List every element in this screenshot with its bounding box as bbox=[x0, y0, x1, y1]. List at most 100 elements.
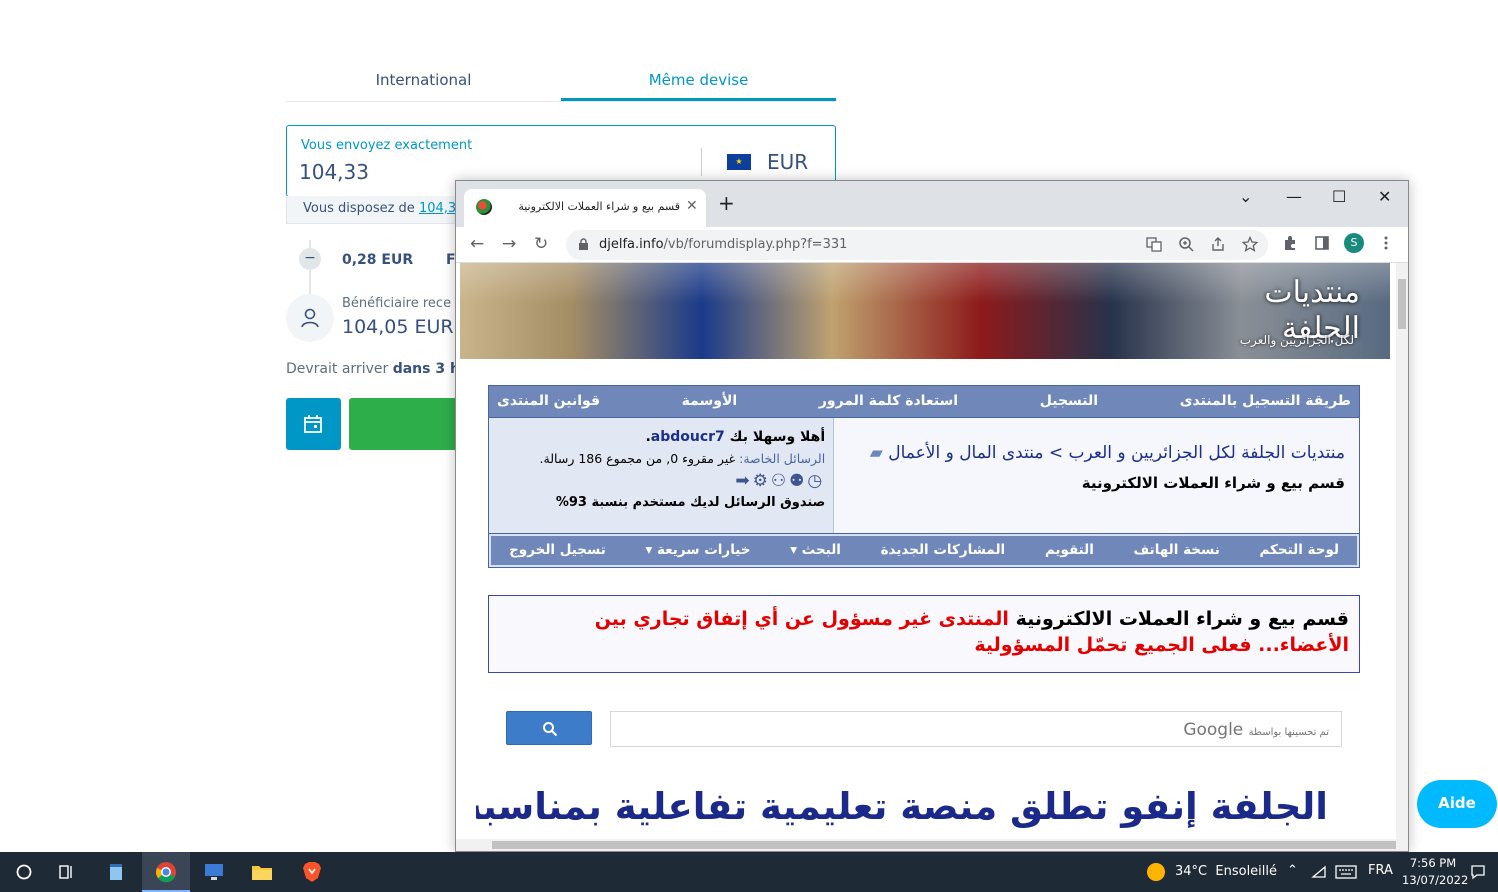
recipient-amount: 104,05 EUR bbox=[342, 316, 454, 338]
schedule-button[interactable] bbox=[286, 398, 341, 450]
reload-icon[interactable]: ↻ bbox=[534, 234, 548, 254]
explorer-icon[interactable] bbox=[238, 852, 286, 892]
nav-forum-rules[interactable]: قوانين المنتدى bbox=[497, 386, 600, 417]
weather-widget[interactable]: 34°C Ensoleillé bbox=[1175, 864, 1277, 879]
user-action-icons[interactable]: ◷⚉⚇⚙➡ bbox=[497, 470, 825, 492]
minus-icon: − bbox=[299, 248, 321, 270]
profile-avatar[interactable]: S bbox=[1344, 233, 1364, 253]
address-bar[interactable]: djelfa.info/vb/forumdisplay.php?f=331 bbox=[566, 230, 1268, 260]
weather-condition: Ensoleillé bbox=[1215, 864, 1278, 879]
welcome-text: أهلا وسهلا بك abdoucr7. bbox=[497, 426, 825, 448]
vertical-scrollbar[interactable] bbox=[1396, 263, 1408, 839]
help-button[interactable]: Aide bbox=[1417, 780, 1497, 828]
vertical-scroll-thumb[interactable] bbox=[1398, 279, 1406, 329]
page-viewport: منتديات الجلفة لكل الجزائريين والعرب طري… bbox=[456, 263, 1396, 839]
notepad-icon[interactable] bbox=[92, 852, 140, 892]
breadcrumb-current: قسم بيع و شراء العملات الالكترونية bbox=[1081, 474, 1345, 492]
zoom-icon[interactable] bbox=[1178, 236, 1194, 252]
private-messages: الرسائل الخاصة: غير مقروء 0, من مجموع 18… bbox=[497, 448, 826, 470]
username-link[interactable]: abdoucr7 bbox=[651, 429, 725, 445]
tab-strip: قسم بيع و شراء العملات الالكترونية ✕ + ⌄… bbox=[456, 181, 1408, 227]
forum-info-panel: منتديات الجلفة لكل الجزائريين و العرب > … bbox=[488, 418, 1360, 534]
nav-calendar[interactable]: التقويم bbox=[1045, 534, 1094, 567]
translate-icon[interactable] bbox=[1146, 236, 1162, 252]
sidepanel-icon[interactable] bbox=[1314, 235, 1330, 251]
send-amount-input[interactable]: 104,33 bbox=[299, 160, 369, 184]
new-tab-icon[interactable]: + bbox=[718, 193, 735, 213]
user-panel: أهلا وسهلا بك abdoucr7. الرسائل الخاصة: … bbox=[489, 418, 835, 533]
breadcrumb-path[interactable]: منتديات الجلفة لكل الجزائريين و العرب > … bbox=[888, 443, 1345, 463]
tab-international[interactable]: International bbox=[286, 60, 561, 101]
nav-new-posts[interactable]: المشاركات الجديدة bbox=[881, 534, 1006, 567]
tab-close-icon[interactable]: ✕ bbox=[686, 198, 698, 214]
currency-selector[interactable]: EUR bbox=[767, 150, 808, 174]
menu-icon[interactable] bbox=[1378, 235, 1394, 251]
chrome-icon[interactable] bbox=[142, 852, 190, 892]
tray-chevron-icon[interactable]: ⌃ bbox=[1287, 863, 1298, 878]
maximize-icon[interactable]: ☐ bbox=[1332, 187, 1346, 206]
star-icon[interactable] bbox=[1242, 236, 1258, 252]
nav-logout[interactable]: تسجيل الخروج bbox=[509, 534, 606, 567]
url-text[interactable]: djelfa.info/vb/forumdisplay.php?f=331 bbox=[599, 237, 847, 252]
tab-same-currency[interactable]: Même devise bbox=[561, 60, 836, 101]
forum-notice: قسم بيع و شراء العملات الالكترونية المنت… bbox=[488, 595, 1360, 673]
pm-count: غير مقروء 0, من مجموع 186 رسالة. bbox=[539, 451, 740, 466]
nav-mobile-version[interactable]: نسخة الهاتف bbox=[1134, 534, 1220, 567]
sub-navigation: لوحة التحكم نسخة الهاتف التقويم المشاركا… bbox=[488, 534, 1360, 568]
keyboard-icon[interactable] bbox=[1335, 865, 1357, 879]
nav-search[interactable]: البحث ▾ bbox=[790, 534, 841, 567]
google-search-button[interactable] bbox=[506, 711, 592, 745]
notifications-icon[interactable] bbox=[1470, 864, 1486, 880]
transfer-type-tabs: International Même devise bbox=[286, 60, 836, 102]
share-icon[interactable] bbox=[1210, 236, 1226, 252]
forward-icon[interactable]: → bbox=[502, 234, 516, 254]
nav-recover-password[interactable]: استعادة كلمة المرور bbox=[819, 386, 958, 417]
horizontal-scroll-thumb[interactable] bbox=[492, 841, 1396, 849]
calendar-icon bbox=[304, 415, 322, 433]
close-window-icon[interactable]: ✕ bbox=[1378, 187, 1391, 206]
horizontal-scrollbar[interactable] bbox=[456, 839, 1408, 851]
url-domain: djelfa.info bbox=[599, 237, 664, 252]
send-amount-label: Vous envoyez exactement bbox=[301, 138, 473, 153]
taskview-icon[interactable] bbox=[42, 852, 90, 892]
browser-window: قسم بيع و شراء العملات الالكترونية ✕ + ⌄… bbox=[455, 180, 1409, 852]
nav-control-panel[interactable]: لوحة التحكم bbox=[1259, 534, 1339, 567]
pm-link[interactable]: الرسائل الخاصة: bbox=[739, 451, 825, 466]
taskbar: 34°C Ensoleillé ⌃ FRA 7:56 PM 13/07/2022 bbox=[0, 852, 1498, 892]
continue-button[interactable] bbox=[349, 398, 459, 450]
browser-toolbar: ← → ↻ djelfa.info/vb/forumdisplay.php?f=… bbox=[456, 227, 1408, 263]
tab-title: قسم بيع و شراء العملات الالكترونية bbox=[518, 200, 680, 213]
language-indicator[interactable]: FRA bbox=[1368, 863, 1393, 878]
remote-icon[interactable] bbox=[190, 852, 238, 892]
google-search-input[interactable]: تم تحسينها بواسطة Google bbox=[610, 711, 1342, 747]
balance-prefix: Vous disposez de bbox=[303, 201, 419, 216]
notice-section: قسم بيع و شراء العملات الالكترونية bbox=[1008, 608, 1349, 630]
forum-banner: منتديات الجلفة لكل الجزائريين والعرب bbox=[460, 263, 1390, 359]
start-icon[interactable] bbox=[0, 852, 48, 892]
nav-awards[interactable]: الأوسمة bbox=[682, 386, 738, 417]
eu-flag-icon: ★ bbox=[727, 154, 751, 170]
brave-icon[interactable] bbox=[288, 852, 336, 892]
news-headline[interactable]: الجلفة إنفو تطلق منصة تعليمية تفاعلية بم… bbox=[476, 785, 1328, 828]
arrival-prefix: Devrait arriver bbox=[286, 361, 393, 377]
welcome-prefix: أهلا وسهلا بك bbox=[724, 429, 826, 445]
browser-tab[interactable]: قسم بيع و شراء العملات الالكترونية ✕ bbox=[464, 189, 706, 227]
network-icon[interactable] bbox=[1311, 865, 1327, 879]
google-brand-name: Google bbox=[1183, 720, 1244, 740]
sun-icon bbox=[1147, 863, 1165, 881]
nav-register[interactable]: التسجيل bbox=[1040, 386, 1098, 417]
nav-quick-options[interactable]: خيارات سريعة ▾ bbox=[646, 534, 751, 567]
forum-logo-subtitle: لكل الجزائريين والعرب bbox=[1239, 333, 1354, 347]
url-path: /vb/forumdisplay.php?f=331 bbox=[663, 237, 848, 252]
breadcrumb: منتديات الجلفة لكل الجزائريين و العرب > … bbox=[834, 418, 1359, 533]
minimize-icon[interactable]: — bbox=[1286, 187, 1302, 206]
weather-temp: 34°C bbox=[1175, 864, 1208, 879]
nav-registration-guide[interactable]: طريقة التسجيل بالمنتدى bbox=[1180, 386, 1351, 417]
back-icon[interactable]: ← bbox=[470, 234, 484, 254]
folder-icon: ▰ bbox=[869, 443, 883, 463]
tab-search-icon[interactable]: ⌄ bbox=[1239, 187, 1252, 206]
balance-link[interactable]: 104,3 bbox=[419, 201, 456, 216]
google-brand-suffix: تم تحسينها بواسطة bbox=[1248, 727, 1329, 738]
clock[interactable]: 7:56 PM 13/07/2022 bbox=[1402, 855, 1468, 889]
extensions-icon[interactable] bbox=[1282, 235, 1298, 251]
